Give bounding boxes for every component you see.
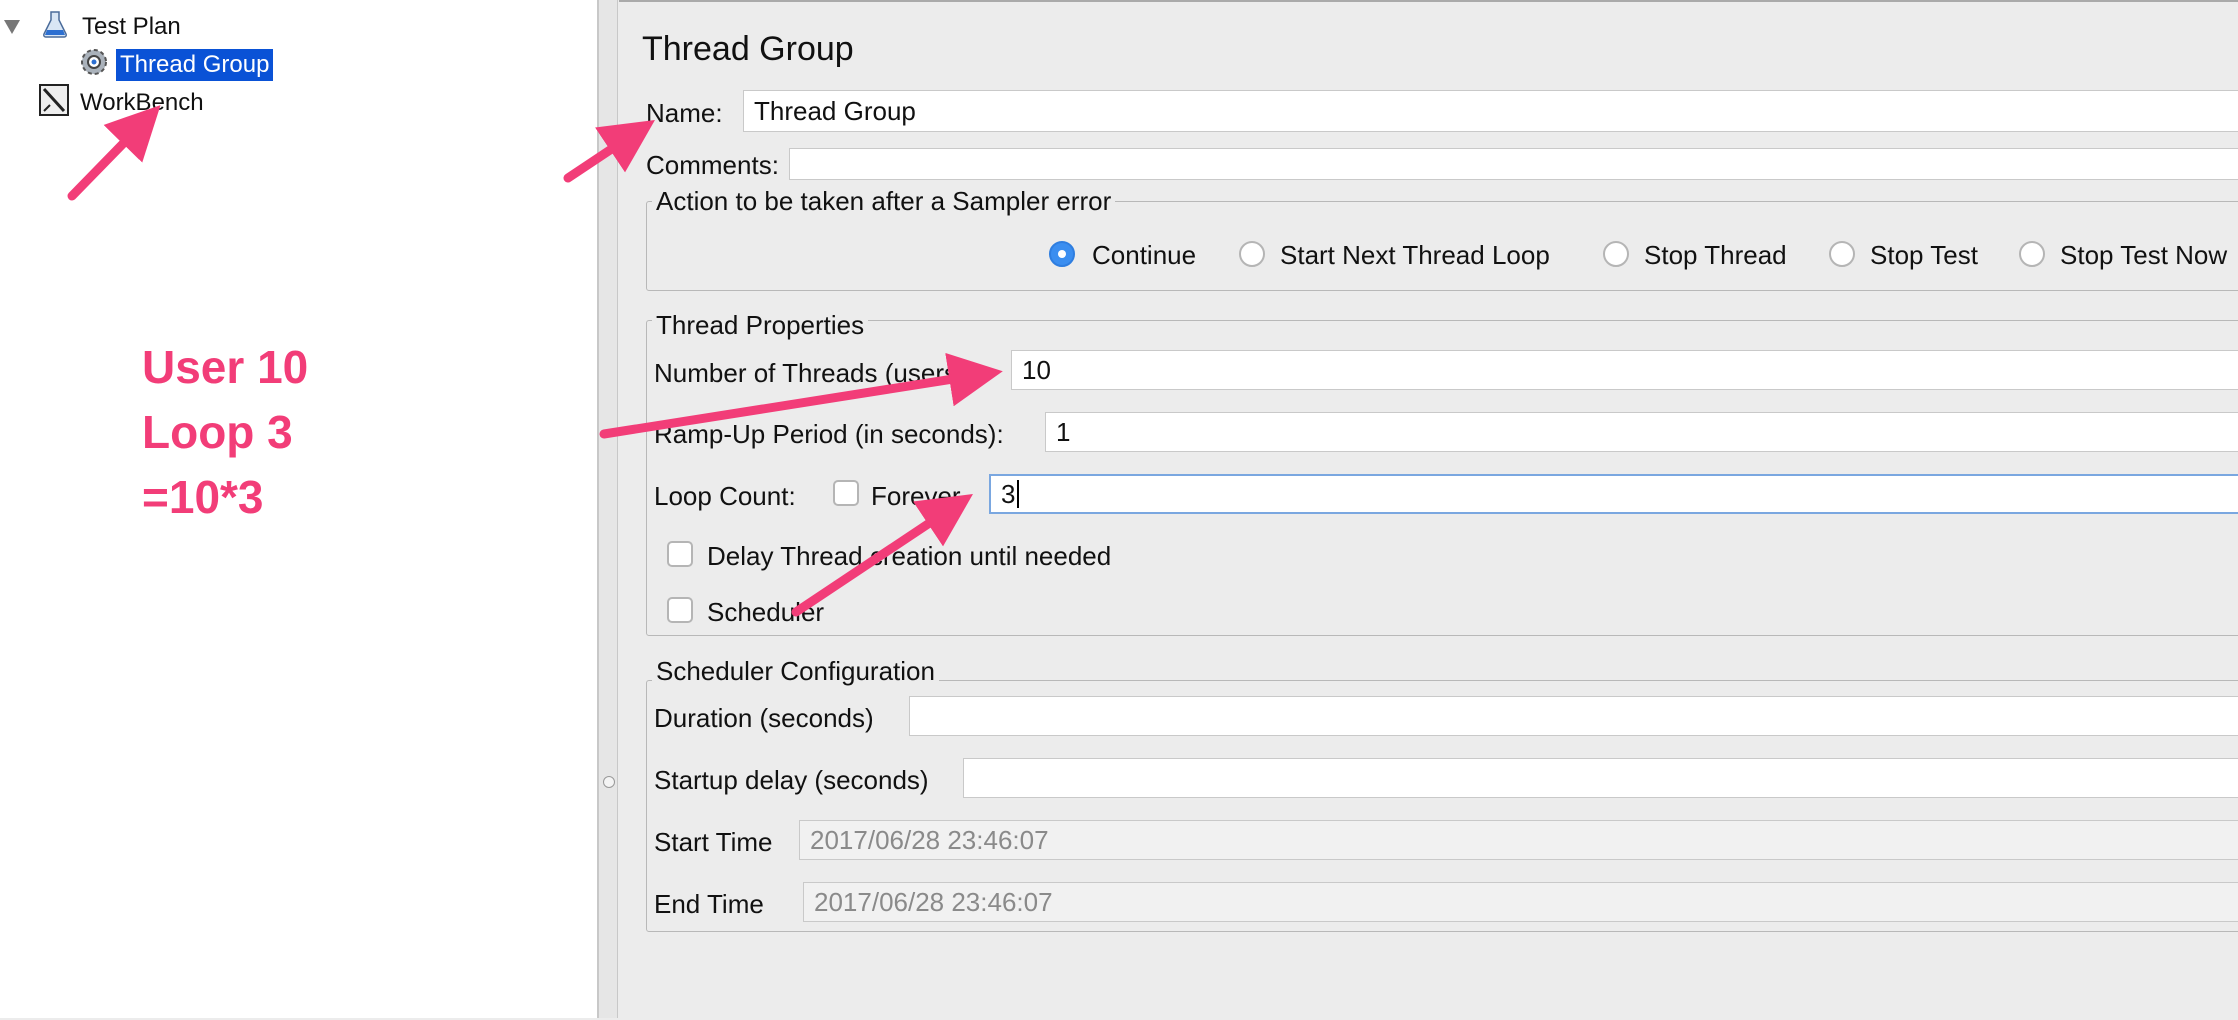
text-cursor: [1017, 480, 1020, 508]
thread-group-panel: Thread Group Name: Thread Group Comments…: [619, 0, 2238, 1020]
stop-test-label: Stop Test: [1870, 240, 1978, 270]
duration-label: Duration (seconds): [654, 703, 874, 733]
comments-label: Comments:: [646, 150, 779, 180]
delay-thread-label: Delay Thread creation until needed: [707, 541, 1112, 571]
gear-icon: [76, 45, 112, 86]
duration-input[interactable]: [909, 696, 2238, 736]
stop-thread-radio[interactable]: [1603, 241, 1629, 267]
scheduler-checkbox[interactable]: [667, 597, 693, 623]
test-plan-tree: Test Plan Thread Group WorkBench User 10…: [0, 0, 599, 1018]
name-label: Name:: [646, 98, 723, 128]
end-time-label: End Time: [654, 889, 764, 919]
stop-thread-label: Stop Thread: [1644, 240, 1787, 270]
workbench-icon: [38, 83, 70, 124]
threads-label: Number of Threads (users):: [654, 358, 973, 388]
sampler-error-legend: Action to be taken after a Sampler error: [652, 186, 1116, 217]
forever-label: Forever: [871, 481, 961, 511]
annotation-users: User 10: [142, 341, 309, 393]
start-time-input[interactable]: 2017/06/28 23:46:07: [799, 820, 2238, 860]
stop-test-now-radio[interactable]: [2019, 241, 2045, 267]
loop-count-input[interactable]: 3: [989, 474, 2238, 514]
threads-input[interactable]: 10: [1011, 350, 2238, 390]
start-next-loop-label: Start Next Thread Loop: [1280, 240, 1550, 270]
splitter-handle[interactable]: [603, 776, 615, 788]
tree-item-thread-group[interactable]: Thread Group: [76, 48, 274, 82]
rampup-label: Ramp-Up Period (in seconds):: [654, 419, 1004, 449]
startup-delay-input[interactable]: [963, 758, 2238, 798]
splitter-bar[interactable]: [599, 0, 618, 1018]
scheduler-config-legend: Scheduler Configuration: [652, 656, 939, 687]
tree-item-label: Test Plan: [82, 13, 181, 40]
name-input[interactable]: Thread Group: [743, 90, 2238, 132]
thread-properties-legend: Thread Properties: [652, 310, 869, 341]
comments-input[interactable]: [789, 148, 2238, 180]
continue-radio[interactable]: [1049, 241, 1075, 267]
tree-item-workbench[interactable]: WorkBench: [38, 83, 208, 120]
panel-title: Thread Group: [642, 30, 854, 68]
tree-item-label: WorkBench: [80, 89, 204, 116]
stop-test-radio[interactable]: [1829, 241, 1855, 267]
scheduler-label: Scheduler: [707, 597, 825, 627]
forever-checkbox[interactable]: [833, 480, 859, 506]
start-next-loop-radio[interactable]: [1239, 241, 1265, 267]
continue-label: Continue: [1092, 240, 1197, 270]
expand-triangle-icon[interactable]: [4, 20, 20, 34]
flask-icon: [42, 10, 68, 45]
tree-item-test-plan[interactable]: Test Plan: [4, 10, 185, 44]
tree-item-label: Thread Group: [116, 49, 274, 81]
loop-count-label: Loop Count:: [654, 481, 796, 511]
annotation-loop: Loop 3: [142, 406, 293, 458]
delay-thread-checkbox[interactable]: [667, 541, 693, 567]
end-time-input[interactable]: 2017/06/28 23:46:07: [803, 882, 2238, 922]
startup-delay-label: Startup delay (seconds): [654, 765, 929, 795]
annotation-formula: =10*3: [142, 471, 264, 523]
rampup-input[interactable]: 1: [1045, 412, 2238, 452]
start-time-label: Start Time: [654, 827, 773, 857]
stop-test-now-label: Stop Test Now: [2060, 240, 2228, 270]
loop-count-value: 3: [1001, 478, 1016, 509]
